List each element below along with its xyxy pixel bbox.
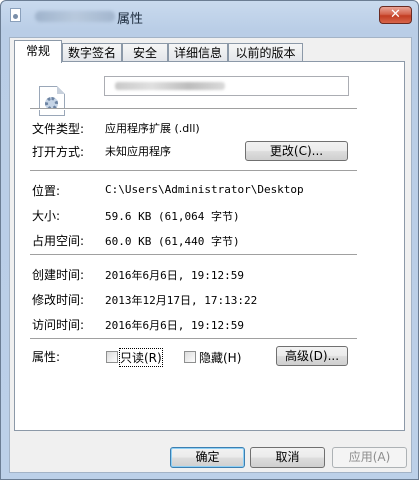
accessed-label: 访问时间: [32, 318, 85, 332]
created-value: 2016年6月6日, 19:12:59 [105, 269, 244, 282]
dialog-client: 常规 数字签名 安全 详细信息 以前的版本 文件类型: 应用程序扩展 (.dll… [9, 37, 412, 473]
general-panel: 文件类型: 应用程序扩展 (.dll) 打开方式: 未知应用程序 更改(C)..… [14, 61, 405, 431]
created-label: 创建时间: [32, 268, 85, 282]
size-label: 大小: [32, 209, 61, 223]
size-value: 59.6 KB (61,064 字节) [105, 210, 240, 223]
filename-input[interactable] [104, 76, 349, 96]
tab-general[interactable]: 常规 [14, 40, 62, 63]
file-type-label: 文件类型: [32, 122, 85, 136]
separator [30, 254, 357, 256]
change-button[interactable]: 更改(C)... [245, 141, 348, 161]
window-title: 属性 [117, 12, 144, 27]
disk-size-label: 占用空间: [32, 234, 85, 248]
tab-digital-signature[interactable]: 数字签名 [62, 43, 122, 61]
readonly-label[interactable]: 只读(R) [119, 348, 163, 367]
file-type-value: 应用程序扩展 (.dll) [105, 122, 200, 135]
apply-button[interactable]: 应用(A) [332, 447, 407, 468]
blurred-filename-text [115, 82, 225, 90]
separator [30, 170, 357, 172]
blurred-filename [35, 11, 115, 22]
dll-file-icon [39, 86, 65, 116]
tab-security[interactable]: 安全 [122, 43, 168, 61]
separator [30, 108, 357, 110]
disk-size-value: 60.0 KB (61,440 字节) [105, 235, 240, 248]
hidden-checkbox[interactable] [184, 351, 196, 363]
open-with-value: 未知应用程序 [105, 145, 171, 158]
close-icon: ✕ [390, 7, 401, 22]
window-file-icon [10, 8, 21, 22]
cancel-button[interactable]: 取消 [250, 447, 325, 468]
location-label: 位置: [32, 184, 61, 198]
title-bar[interactable]: 属性 ✕ [1, 1, 418, 31]
modified-label: 修改时间: [32, 293, 85, 307]
hidden-label[interactable]: 隐藏(H) [199, 349, 241, 366]
tab-details[interactable]: 详细信息 [168, 43, 228, 61]
advanced-button[interactable]: 高级(D)... [276, 346, 348, 366]
open-with-label: 打开方式: [32, 145, 85, 159]
accessed-value: 2016年6月6日, 19:12:59 [105, 319, 244, 332]
tab-previous-versions[interactable]: 以前的版本 [228, 43, 303, 61]
properties-window: 属性 ✕ 常规 数字签名 安全 详细信息 以前的版本 文件类型: 应用程序扩展 … [0, 0, 419, 480]
attributes-label: 属性: [32, 350, 61, 364]
ok-button[interactable]: 确定 [170, 447, 245, 468]
close-button[interactable]: ✕ [379, 6, 412, 24]
separator [30, 338, 357, 340]
location-value: C:\Users\Administrator\Desktop [105, 183, 304, 196]
readonly-checkbox[interactable] [106, 351, 118, 363]
modified-value: 2013年12月17日, 17:13:22 [105, 294, 258, 307]
